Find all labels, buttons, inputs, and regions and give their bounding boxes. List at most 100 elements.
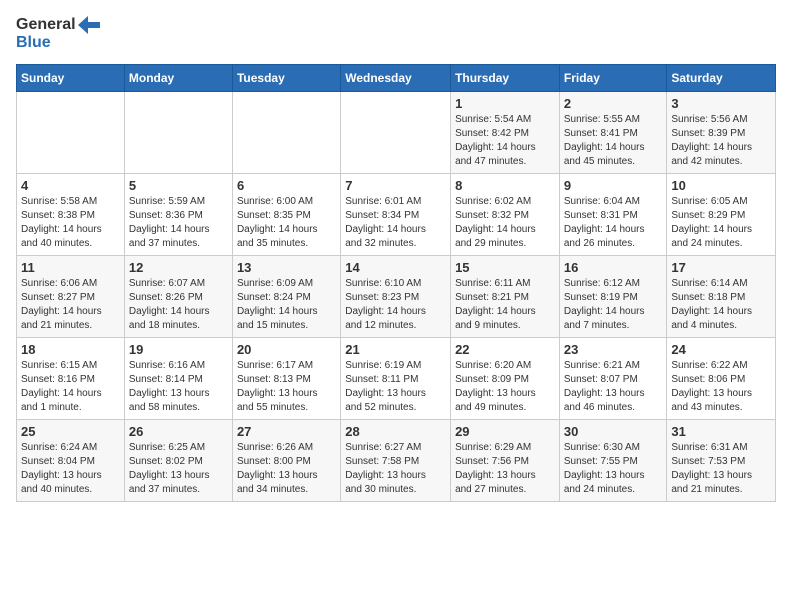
day-number: 4	[21, 178, 120, 193]
day-info: Sunrise: 6:02 AM Sunset: 8:32 PM Dayligh…	[455, 195, 555, 251]
calendar-table: SundayMondayTuesdayWednesdayThursdayFrid…	[16, 64, 776, 502]
calendar-cell: 21Sunrise: 6:19 AM Sunset: 8:11 PM Dayli…	[341, 337, 451, 419]
day-number: 23	[564, 342, 663, 357]
calendar-cell: 5 Sunrise: 5:59 AM Sunset: 8:36 PM Daylig…	[124, 173, 232, 255]
calendar-cell: 29Sunrise: 6:29 AM Sunset: 7:56 PM Dayli…	[451, 419, 560, 501]
day-info: Sunrise: 6:05 AM Sunset: 8:29 PM Dayligh…	[671, 195, 771, 251]
day-number: 24	[671, 342, 771, 357]
day-number: 1	[455, 96, 555, 111]
day-number: 15	[455, 260, 555, 275]
day-header-monday: Monday	[124, 64, 232, 91]
page-header: General Blue	[16, 16, 776, 52]
logo-svg: General Blue	[16, 16, 100, 52]
calendar-cell: 31Sunrise: 6:31 AM Sunset: 7:53 PM Dayli…	[667, 419, 776, 501]
calendar-cell	[124, 91, 232, 173]
calendar-week-4: 18 Sunrise: 6:15 AM Sunset: 8:16 PM Dayli…	[17, 337, 776, 419]
calendar-cell: 4 Sunrise: 5:58 AM Sunset: 8:38 PM Daylig…	[17, 173, 125, 255]
day-info: Sunrise: 6:30 AM Sunset: 7:55 PM Dayligh…	[564, 441, 663, 497]
day-number: 30	[564, 424, 663, 439]
logo-general: General	[16, 16, 76, 34]
calendar-cell: 15 Sunrise: 6:11 AM Sunset: 8:21 PM Dayli…	[451, 255, 560, 337]
calendar-cell: 24Sunrise: 6:22 AM Sunset: 8:06 PM Dayli…	[667, 337, 776, 419]
day-number: 17	[671, 260, 771, 275]
day-info: Sunrise: 5:54 AM Sunset: 8:42 PM Dayligh…	[455, 113, 555, 169]
day-number: 26	[129, 424, 228, 439]
day-number: 14	[345, 260, 446, 275]
day-info: Sunrise: 6:12 AM Sunset: 8:19 PM Dayligh…	[564, 277, 663, 333]
day-info: Sunrise: 6:14 AM Sunset: 8:18 PM Dayligh…	[671, 277, 771, 333]
calendar-cell: 3 Sunrise: 5:56 AM Sunset: 8:39 PM Daylig…	[667, 91, 776, 173]
day-number: 28	[345, 424, 446, 439]
calendar-week-3: 11 Sunrise: 6:06 AM Sunset: 8:27 PM Dayli…	[17, 255, 776, 337]
calendar-week-5: 25 Sunrise: 6:24 AM Sunset: 8:04 PM Dayli…	[17, 419, 776, 501]
calendar-week-1: 1 Sunrise: 5:54 AM Sunset: 8:42 PM Daylig…	[17, 91, 776, 173]
day-header-saturday: Saturday	[667, 64, 776, 91]
day-info: Sunrise: 6:20 AM Sunset: 8:09 PM Dayligh…	[455, 359, 555, 415]
calendar-cell	[17, 91, 125, 173]
day-info: Sunrise: 5:58 AM Sunset: 8:38 PM Dayligh…	[21, 195, 120, 251]
calendar-cell: 17 Sunrise: 6:14 AM Sunset: 8:18 PM Dayli…	[667, 255, 776, 337]
calendar-cell	[341, 91, 451, 173]
day-number: 25	[21, 424, 120, 439]
logo: General Blue	[16, 16, 100, 52]
calendar-cell: 18 Sunrise: 6:15 AM Sunset: 8:16 PM Dayli…	[17, 337, 125, 419]
day-number: 3	[671, 96, 771, 111]
day-info: Sunrise: 6:10 AM Sunset: 8:23 PM Dayligh…	[345, 277, 446, 333]
day-number: 18	[21, 342, 120, 357]
day-number: 13	[237, 260, 336, 275]
calendar-cell	[232, 91, 340, 173]
day-info: Sunrise: 6:09 AM Sunset: 8:24 PM Dayligh…	[237, 277, 336, 333]
calendar-cell: 7Sunrise: 6:01 AM Sunset: 8:34 PM Daylig…	[341, 173, 451, 255]
calendar-cell: 26Sunrise: 6:25 AM Sunset: 8:02 PM Dayli…	[124, 419, 232, 501]
day-info: Sunrise: 6:29 AM Sunset: 7:56 PM Dayligh…	[455, 441, 555, 497]
day-number: 5	[129, 178, 228, 193]
day-info: Sunrise: 6:21 AM Sunset: 8:07 PM Dayligh…	[564, 359, 663, 415]
calendar-cell: 22 Sunrise: 6:20 AM Sunset: 8:09 PM Dayli…	[451, 337, 560, 419]
calendar-cell: 28Sunrise: 6:27 AM Sunset: 7:58 PM Dayli…	[341, 419, 451, 501]
day-number: 16	[564, 260, 663, 275]
day-info: Sunrise: 6:06 AM Sunset: 8:27 PM Dayligh…	[21, 277, 120, 333]
day-info: Sunrise: 6:15 AM Sunset: 8:16 PM Dayligh…	[21, 359, 120, 415]
day-header-friday: Friday	[559, 64, 667, 91]
day-info: Sunrise: 6:07 AM Sunset: 8:26 PM Dayligh…	[129, 277, 228, 333]
day-number: 19	[129, 342, 228, 357]
calendar-cell: 13 Sunrise: 6:09 AM Sunset: 8:24 PM Dayli…	[232, 255, 340, 337]
day-info: Sunrise: 5:56 AM Sunset: 8:39 PM Dayligh…	[671, 113, 771, 169]
calendar-cell: 27 Sunrise: 6:26 AM Sunset: 8:00 PM Dayli…	[232, 419, 340, 501]
day-number: 12	[129, 260, 228, 275]
day-info: Sunrise: 6:17 AM Sunset: 8:13 PM Dayligh…	[237, 359, 336, 415]
day-info: Sunrise: 5:59 AM Sunset: 8:36 PM Dayligh…	[129, 195, 228, 251]
day-number: 22	[455, 342, 555, 357]
day-number: 6	[237, 178, 336, 193]
calendar-cell: 25 Sunrise: 6:24 AM Sunset: 8:04 PM Dayli…	[17, 419, 125, 501]
day-info: Sunrise: 6:24 AM Sunset: 8:04 PM Dayligh…	[21, 441, 120, 497]
day-info: Sunrise: 6:16 AM Sunset: 8:14 PM Dayligh…	[129, 359, 228, 415]
logo-arrow-icon	[78, 16, 100, 34]
day-number: 11	[21, 260, 120, 275]
calendar-cell: 9Sunrise: 6:04 AM Sunset: 8:31 PM Daylig…	[559, 173, 667, 255]
day-info: Sunrise: 6:11 AM Sunset: 8:21 PM Dayligh…	[455, 277, 555, 333]
calendar-cell: 14 Sunrise: 6:10 AM Sunset: 8:23 PM Dayli…	[341, 255, 451, 337]
day-number: 27	[237, 424, 336, 439]
day-number: 20	[237, 342, 336, 357]
day-number: 8	[455, 178, 555, 193]
day-number: 2	[564, 96, 663, 111]
calendar-cell: 19 Sunrise: 6:16 AM Sunset: 8:14 PM Dayli…	[124, 337, 232, 419]
calendar-cell: 16 Sunrise: 6:12 AM Sunset: 8:19 PM Dayli…	[559, 255, 667, 337]
calendar-cell: 2Sunrise: 5:55 AM Sunset: 8:41 PM Daylig…	[559, 91, 667, 173]
day-number: 7	[345, 178, 446, 193]
day-header-sunday: Sunday	[17, 64, 125, 91]
calendar-cell: 10 Sunrise: 6:05 AM Sunset: 8:29 PM Dayli…	[667, 173, 776, 255]
day-number: 10	[671, 178, 771, 193]
day-number: 31	[671, 424, 771, 439]
calendar-cell: 30 Sunrise: 6:30 AM Sunset: 7:55 PM Dayli…	[559, 419, 667, 501]
day-info: Sunrise: 6:26 AM Sunset: 8:00 PM Dayligh…	[237, 441, 336, 497]
calendar-cell: 11 Sunrise: 6:06 AM Sunset: 8:27 PM Dayli…	[17, 255, 125, 337]
calendar-cell: 8 Sunrise: 6:02 AM Sunset: 8:32 PM Daylig…	[451, 173, 560, 255]
calendar-cell: 20 Sunrise: 6:17 AM Sunset: 8:13 PM Dayli…	[232, 337, 340, 419]
day-number: 9	[564, 178, 663, 193]
day-header-wednesday: Wednesday	[341, 64, 451, 91]
calendar-week-2: 4 Sunrise: 5:58 AM Sunset: 8:38 PM Daylig…	[17, 173, 776, 255]
calendar-cell: 12 Sunrise: 6:07 AM Sunset: 8:26 PM Dayli…	[124, 255, 232, 337]
day-info: Sunrise: 6:19 AM Sunset: 8:11 PM Dayligh…	[345, 359, 446, 415]
